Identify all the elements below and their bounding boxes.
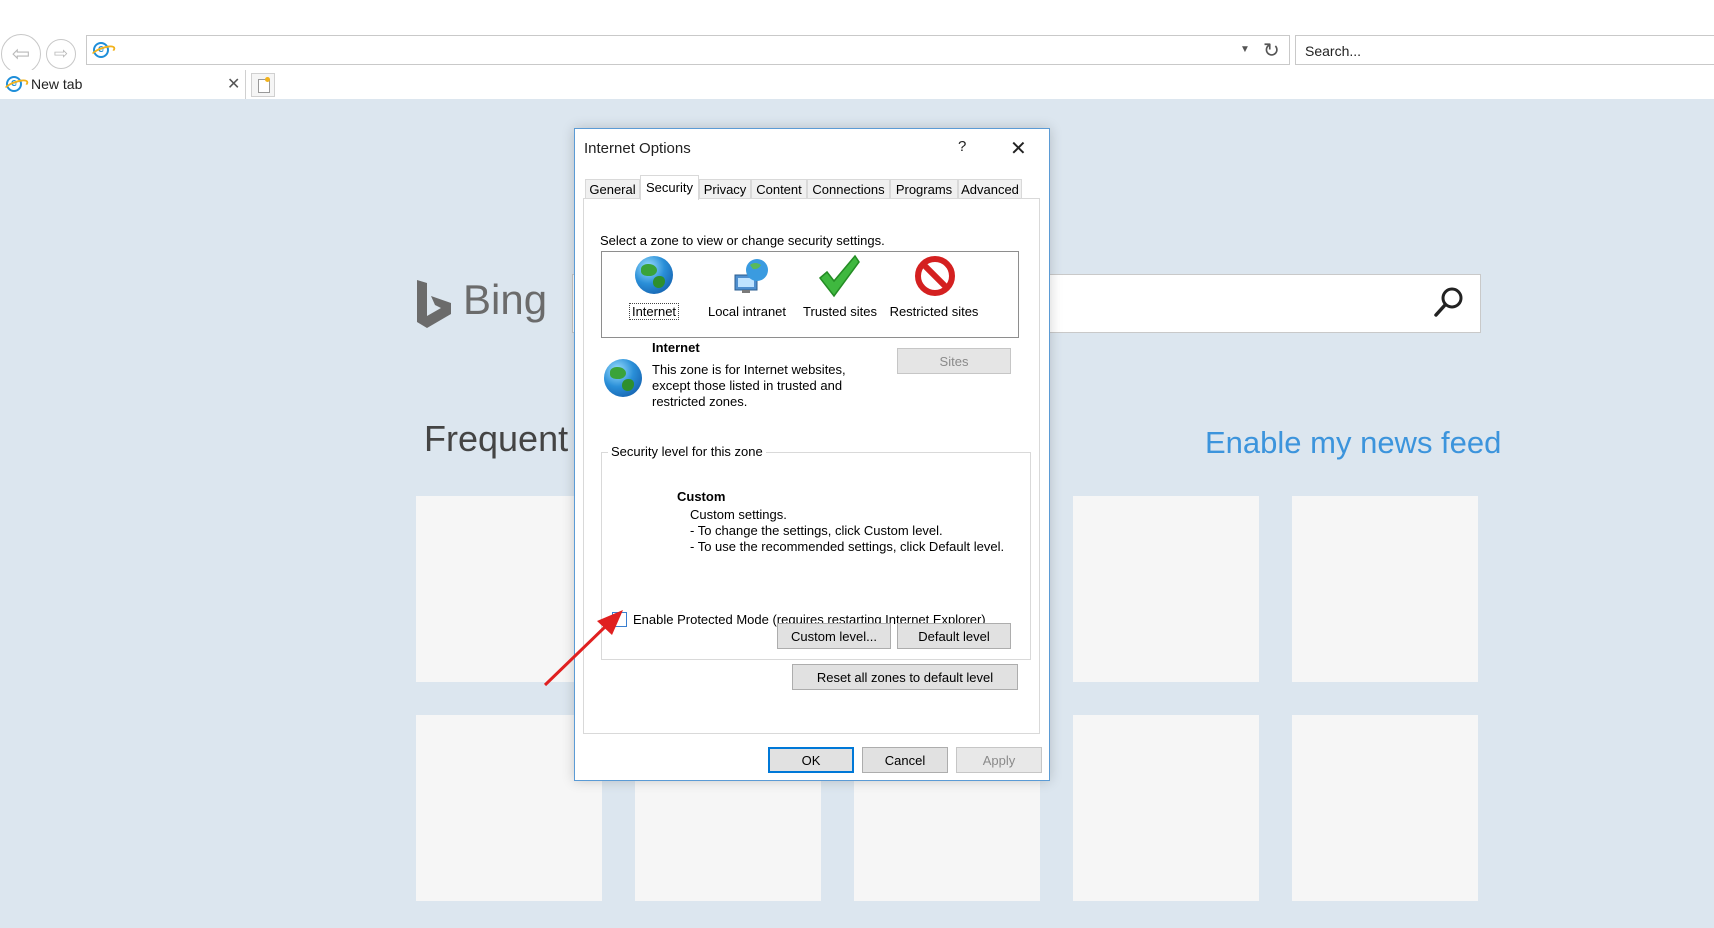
tab-content[interactable]: Content: [751, 179, 807, 199]
search-placeholder: Search...: [1305, 43, 1362, 59]
address-bar[interactable]: e: [86, 35, 1290, 65]
tab-title: New tab: [31, 76, 83, 92]
tab-privacy[interactable]: Privacy: [699, 179, 751, 199]
sites-button[interactable]: Sites: [897, 348, 1011, 374]
custom-level-button[interactable]: Custom level...: [777, 623, 891, 649]
zone-prompt: Select a zone to view or change security…: [600, 233, 885, 248]
browser-chrome: ⇦ ⇨ e ▼ ↻ Search... e New tab ✕: [0, 0, 1714, 99]
close-icon[interactable]: ✕: [227, 74, 240, 94]
bing-logo-icon: [417, 280, 451, 328]
zone-label: Internet: [628, 303, 680, 320]
arrow-right-icon: ⇨: [53, 44, 69, 63]
search-icon[interactable]: [1432, 285, 1466, 319]
zone-info-text: except those listed in trusted and: [652, 378, 843, 393]
zone-trusted-sites[interactable]: Trusted sites: [792, 252, 888, 337]
zone-list: Internet Local intranet Trusted sites Re…: [601, 251, 1019, 338]
enable-news-feed-link[interactable]: Enable my news feed: [1205, 425, 1501, 461]
bing-brand: Bing: [463, 276, 548, 323]
zone-label: Local intranet: [707, 304, 787, 319]
prohibited-icon: [915, 256, 955, 296]
apply-button[interactable]: Apply: [956, 747, 1042, 773]
tab-security[interactable]: Security: [640, 175, 699, 200]
checkmark-icon: [818, 254, 860, 298]
ok-button[interactable]: OK: [768, 747, 854, 773]
frequent-tile[interactable]: [1073, 496, 1259, 682]
ie-icon: e: [93, 42, 109, 58]
security-level-text: - To change the settings, click Custom l…: [690, 523, 943, 538]
zone-info-name: Internet: [652, 340, 700, 355]
search-input[interactable]: Search...: [1295, 35, 1714, 65]
intranet-icon: [734, 259, 768, 293]
zone-restricted-sites[interactable]: Restricted sites: [886, 252, 982, 337]
security-level-text: - To use the recommended settings, click…: [690, 539, 1005, 554]
ie-icon: e: [6, 76, 22, 92]
tab-new-tab[interactable]: e New tab ✕: [0, 70, 246, 99]
reset-all-zones-button[interactable]: Reset all zones to default level: [792, 664, 1018, 690]
new-tab-button[interactable]: [251, 73, 275, 97]
zone-info-text: This zone is for Internet websites,: [652, 362, 846, 377]
zone-info-text: restricted zones.: [652, 394, 748, 409]
cancel-button[interactable]: Cancel: [862, 747, 948, 773]
zone-local-intranet[interactable]: Local intranet: [699, 252, 795, 337]
default-level-button[interactable]: Default level: [897, 623, 1011, 649]
refresh-icon[interactable]: ↻: [1263, 38, 1280, 63]
security-tab-panel: Select a zone to view or change security…: [583, 198, 1040, 734]
chevron-down-icon[interactable]: ▼: [1240, 44, 1250, 55]
internet-options-dialog: Internet Options ? ✕ General Security Pr…: [574, 128, 1050, 781]
security-level-name: Custom: [677, 489, 726, 504]
tab-programs[interactable]: Programs: [890, 179, 958, 199]
security-level-text: Custom settings.: [690, 507, 787, 522]
globe-icon: [604, 359, 642, 397]
forward-button[interactable]: ⇨: [46, 39, 76, 69]
zone-label: Trusted sites: [803, 304, 877, 319]
frequent-tile[interactable]: [1073, 715, 1259, 901]
tab-connections[interactable]: Connections: [807, 179, 890, 199]
back-button[interactable]: ⇦: [1, 34, 41, 74]
annotation-arrow-icon: [543, 610, 623, 687]
help-button[interactable]: ?: [958, 138, 966, 155]
frequent-tile[interactable]: [1292, 715, 1478, 901]
tab-advanced[interactable]: Advanced: [958, 179, 1022, 199]
tab-general[interactable]: General: [585, 179, 640, 199]
frequent-tile[interactable]: [1292, 496, 1478, 682]
zone-label: Restricted sites: [889, 304, 979, 319]
close-button[interactable]: ✕: [1010, 136, 1027, 161]
frequent-heading: Frequent: [424, 418, 569, 459]
zone-internet[interactable]: Internet: [606, 252, 702, 337]
globe-icon: [635, 256, 673, 294]
arrow-left-icon: ⇦: [11, 41, 31, 66]
security-level-legend: Security level for this zone: [608, 444, 766, 459]
dialog-title: Internet Options: [584, 140, 691, 157]
